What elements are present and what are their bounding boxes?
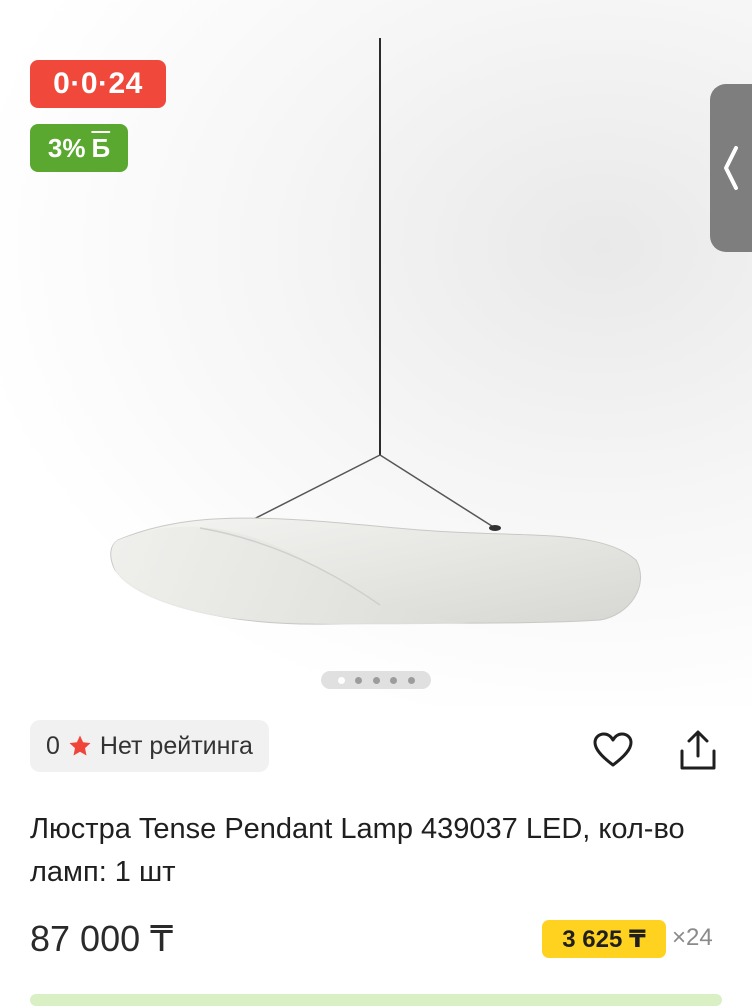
bonus-percent: 3% <box>47 132 86 163</box>
share-button[interactable] <box>676 726 720 774</box>
side-panel-tab[interactable] <box>710 84 752 252</box>
share-icon <box>680 730 716 770</box>
installment-price-badge[interactable]: 3 625 ₸ <box>542 920 666 958</box>
product-title: Люстра Tense Pendant Lamp 439037 LED, ко… <box>30 813 685 888</box>
pagination-dot[interactable] <box>372 676 380 684</box>
chevron-left-icon <box>724 146 738 190</box>
installment-badge: 0·0·24 <box>30 60 166 108</box>
installment-count: ×24 <box>672 924 713 951</box>
pagination-dot[interactable] <box>355 676 362 684</box>
heart-icon <box>593 732 633 767</box>
bonus-badge: 3% Б <box>30 124 128 172</box>
rating-label: Нет рейтинга <box>99 731 253 760</box>
star-icon <box>68 734 92 758</box>
product-price: 87 000 ₸ <box>30 918 174 959</box>
gallery-pagination <box>321 671 431 689</box>
pagination-dot[interactable] <box>390 676 397 684</box>
bottom-banner <box>30 994 722 1006</box>
pagination-dot[interactable] <box>337 676 345 684</box>
pagination-dot[interactable] <box>407 676 415 684</box>
bonus-letter: Б <box>91 132 111 163</box>
installment-price: 3 625 ₸ <box>562 925 646 953</box>
rating-chip[interactable]: 0 Нет рейтинга <box>30 720 269 772</box>
favorite-button[interactable] <box>591 726 635 774</box>
rating-value: 0 <box>46 731 60 760</box>
installment-badge-label: 0·0·24 <box>53 67 143 100</box>
product-image-gallery[interactable]: 0·0·24 3% Б <box>0 0 752 705</box>
